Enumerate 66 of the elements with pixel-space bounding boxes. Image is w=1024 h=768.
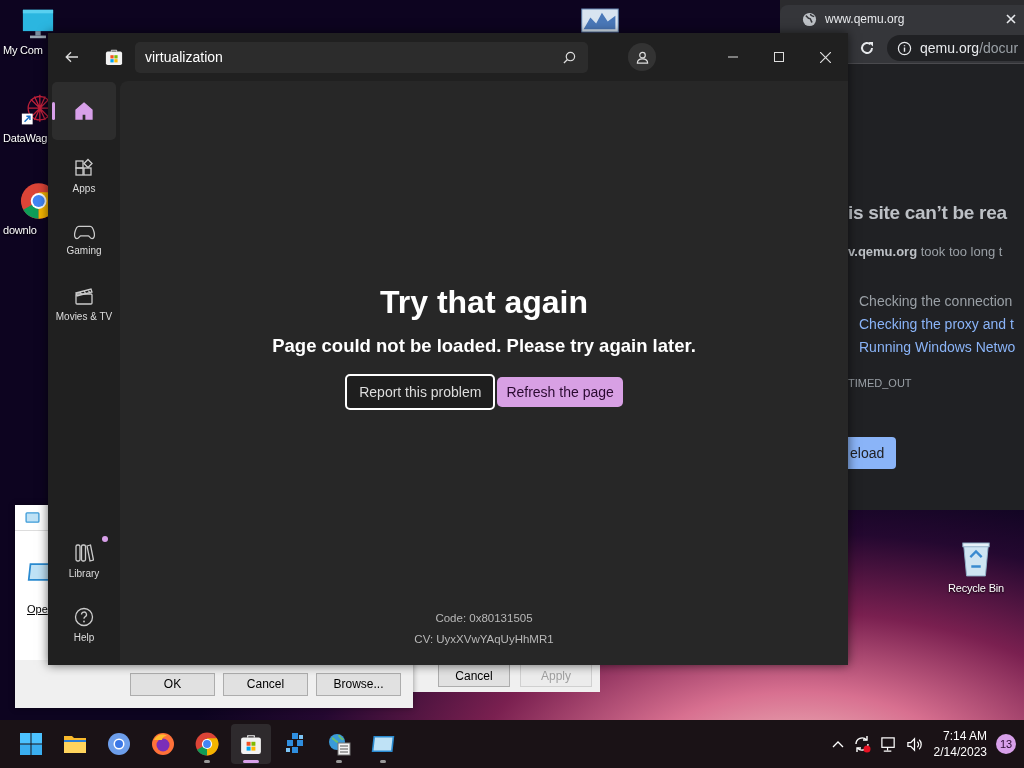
chevron-up-icon[interactable] [831,740,844,748]
suggestion-link[interactable]: Checking the proxy and t [859,316,1016,332]
globe-checklist-icon [327,732,351,756]
correlation-vector: CV: UyxXVwYAqUyHhMR1 [414,633,554,645]
nav-item[interactable]: Help [52,597,116,653]
volume-icon[interactable] [905,735,923,753]
search-icon[interactable] [563,50,576,64]
search-field[interactable]: virtualization [135,41,588,73]
apps-grid-icon [74,158,94,178]
close-icon[interactable] [1006,14,1016,24]
report-button[interactable]: Report this problem [345,374,496,410]
clock[interactable]: 7:14 AM 2/14/2023 [933,729,987,759]
error-code: TIMED_OUT [848,377,912,389]
help-icon [74,607,94,627]
virtualbox-icon [371,734,395,754]
address-bar[interactable]: qemu.org/docur [887,35,1024,61]
chromium-icon [107,732,131,756]
desktop-icon-label[interactable]: My Com [0,44,43,56]
back-arrow-icon [65,51,79,63]
firefox-icon [151,732,175,756]
error-message: Page could not be loaded. Please try again later. [272,335,696,357]
dialog-button[interactable]: Cancel [438,664,510,687]
error-code: Code: 0x80131505 [435,612,533,624]
globe-icon [802,11,817,27]
chart-icon[interactable] [580,8,620,33]
sync-icon[interactable] [852,735,871,753]
person-icon [635,50,649,64]
error-title: Try that again [379,284,588,321]
desktop-icon-label[interactable]: DataWag [0,132,48,144]
app-icon [25,512,40,523]
nav-item[interactable]: Library [52,533,116,589]
desktop-icon-label[interactable]: downlo [0,224,37,236]
chrome-icon [195,732,219,756]
nav-item[interactable]: Apps [52,148,116,204]
error-message: v.qemu.org took too long t [848,244,1003,259]
reload-button[interactable]: eload [848,437,897,469]
books-icon [74,543,94,563]
taskbar-app[interactable] [231,724,271,764]
monitor-icon[interactable] [20,8,56,40]
home-icon [74,101,94,121]
store-bag-icon [105,48,123,66]
store-bag-icon [240,733,262,755]
nav-item[interactable]: Gaming [52,212,116,268]
gamepad-icon [73,224,95,240]
dialog-button[interactable]: Cancel [223,672,308,696]
network-icon[interactable] [879,735,897,753]
suggestion-link[interactable]: Running Windows Netwo [859,339,1016,355]
recycle-bin-icon[interactable] [960,540,992,578]
error-heading: is site can’t be rea [848,202,1007,224]
nav-item[interactable]: Movies & TV [52,276,116,332]
notification-count[interactable]: 13 [996,734,1016,754]
account-button[interactable] [628,43,656,71]
dialog-button[interactable]: Browse... [316,672,401,696]
suggestion-text: Checking the connection [859,293,1014,309]
maximize-icon [774,52,784,62]
close-icon [819,51,831,63]
refresh-button[interactable]: Refresh the page [497,377,623,407]
browser-tab[interactable]: www.qemu.org [780,5,1024,33]
info-icon [897,40,912,56]
clapperboard-icon [74,286,94,306]
nav-item[interactable] [52,82,116,140]
dialog-button[interactable]: OK [130,672,215,696]
reload-icon[interactable] [859,40,875,56]
windows-logo-icon [19,732,43,756]
desktop-icon-label[interactable]: Recycle Bin [948,582,1004,594]
open-label[interactable]: Ope [27,603,48,615]
